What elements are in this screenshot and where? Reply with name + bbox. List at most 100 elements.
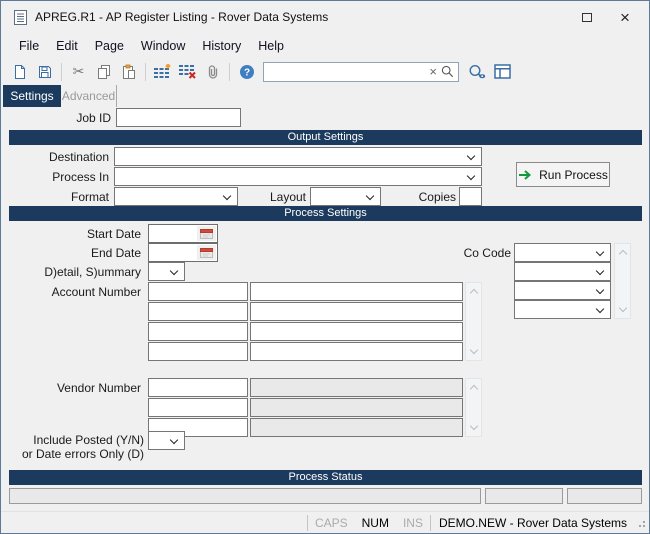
statusbar-separator: [307, 515, 308, 531]
menu-bar: File Edit Page Window History Help: [1, 33, 649, 58]
maximize-button[interactable]: [569, 1, 605, 33]
account-number-input-2[interactable]: [148, 302, 248, 321]
vendor-number-input-2[interactable]: [148, 398, 248, 417]
lookup-view-button[interactable]: [465, 60, 490, 84]
run-process-button[interactable]: Run Process: [516, 162, 610, 187]
account-description-input-4[interactable]: [250, 342, 463, 361]
tab-settings[interactable]: Settings: [3, 85, 61, 107]
clear-search-icon[interactable]: ×: [426, 65, 440, 78]
toolbar-separator: [145, 63, 146, 81]
tab-advanced[interactable]: Advanced: [61, 85, 117, 107]
delete-row-icon: [179, 64, 196, 79]
account-description-input-2[interactable]: [250, 302, 463, 321]
end-date-field: [148, 243, 218, 262]
end-date-input[interactable]: [149, 244, 197, 261]
scroll-up-icon[interactable]: [470, 289, 478, 297]
copies-input[interactable]: [459, 187, 482, 206]
attachment-button[interactable]: [200, 60, 225, 84]
output-settings-header: Output Settings: [9, 130, 642, 145]
scroll-down-icon[interactable]: [470, 346, 478, 354]
account-description-input-1[interactable]: [250, 282, 463, 301]
scroll-down-icon[interactable]: [470, 422, 478, 430]
scroll-up-icon[interactable]: [619, 250, 627, 258]
toolbar-separator: [229, 63, 230, 81]
caps-indicator: CAPS: [315, 516, 348, 530]
account-number-scrollbar[interactable]: [465, 282, 482, 361]
destination-label: Destination: [1, 150, 109, 165]
job-id-label: Job ID: [1, 111, 111, 126]
layout-select[interactable]: [310, 187, 381, 206]
format-select[interactable]: [114, 187, 238, 206]
menu-history[interactable]: History: [202, 39, 241, 53]
include-posted-label: Include Posted (Y/N) or Date errors Only…: [1, 433, 144, 461]
menu-edit[interactable]: Edit: [56, 39, 78, 53]
lookup-view-icon: [468, 64, 487, 80]
layout-panels-button[interactable]: [490, 60, 515, 84]
include-posted-select[interactable]: [148, 431, 185, 450]
workspace-name: DEMO.NEW - Rover Data Systems: [439, 516, 627, 530]
account-number-input-4[interactable]: [148, 342, 248, 361]
menu-window[interactable]: Window: [141, 39, 185, 53]
format-label: Format: [1, 190, 109, 205]
account-number-input-3[interactable]: [148, 322, 248, 341]
scroll-up-icon[interactable]: [470, 385, 478, 393]
layout-label: Layout: [241, 190, 306, 205]
status-bar: CAPS NUM INS DEMO.NEW - Rover Data Syste…: [1, 511, 649, 533]
chevron-down-icon: [366, 192, 374, 200]
detail-summary-select[interactable]: [148, 262, 185, 281]
copy-button[interactable]: [91, 60, 116, 84]
cut-button[interactable]: ✂: [66, 60, 91, 84]
copies-label: Copies: [381, 190, 456, 205]
toolbar: ✂ ? ×: [1, 58, 649, 85]
toolbar-separator: [61, 63, 62, 81]
app-window: APREG.R1 - AP Register Listing - Rover D…: [0, 0, 650, 534]
save-icon: [37, 64, 53, 80]
save-button[interactable]: [32, 60, 57, 84]
process-in-select[interactable]: [114, 167, 482, 186]
menu-help[interactable]: Help: [258, 39, 284, 53]
statusbar-separator: [430, 515, 431, 531]
help-button[interactable]: ?: [234, 60, 259, 84]
co-code-scrollbar[interactable]: [614, 243, 631, 319]
job-id-input[interactable]: [116, 108, 241, 127]
insert-row-button[interactable]: [150, 60, 175, 84]
co-code-select-1[interactable]: [514, 243, 611, 262]
title-bar[interactable]: APREG.R1 - AP Register Listing - Rover D…: [1, 1, 649, 33]
paste-icon: [121, 64, 137, 80]
vendor-number-input-1[interactable]: [148, 378, 248, 397]
resize-grip[interactable]: [635, 517, 647, 529]
start-date-field: [148, 224, 218, 243]
start-date-input[interactable]: [149, 225, 197, 242]
process-status-field-3: [567, 488, 642, 504]
destination-select[interactable]: [114, 147, 482, 166]
insert-row-icon: [154, 64, 171, 79]
co-code-select-2[interactable]: [514, 262, 611, 281]
search-input[interactable]: [264, 63, 426, 81]
account-description-input-3[interactable]: [250, 322, 463, 341]
vendor-name-field-1: [250, 378, 463, 397]
chevron-down-icon: [170, 436, 178, 444]
vendor-number-scrollbar[interactable]: [465, 378, 482, 437]
new-document-icon: [12, 64, 28, 80]
delete-row-button[interactable]: [175, 60, 200, 84]
end-date-calendar-button[interactable]: [197, 245, 216, 260]
co-code-select-3[interactable]: [514, 281, 611, 300]
help-icon: ?: [239, 64, 255, 80]
toolbar-search: ×: [263, 62, 459, 82]
co-code-select-4[interactable]: [514, 300, 611, 319]
new-document-button[interactable]: [7, 60, 32, 84]
ins-indicator: INS: [403, 516, 423, 530]
layout-panels-icon: [494, 64, 511, 79]
detail-summary-label: D)etail, S)ummary: [1, 265, 141, 280]
start-date-label: Start Date: [1, 227, 141, 242]
close-icon: ×: [620, 9, 630, 26]
run-arrow-icon: [518, 169, 533, 181]
close-button[interactable]: ×: [607, 1, 643, 33]
account-number-input-1[interactable]: [148, 282, 248, 301]
start-date-calendar-button[interactable]: [197, 226, 216, 241]
search-icon[interactable]: [440, 65, 458, 78]
menu-file[interactable]: File: [19, 39, 39, 53]
paste-button[interactable]: [116, 60, 141, 84]
menu-page[interactable]: Page: [95, 39, 124, 53]
scroll-down-icon[interactable]: [619, 304, 627, 312]
